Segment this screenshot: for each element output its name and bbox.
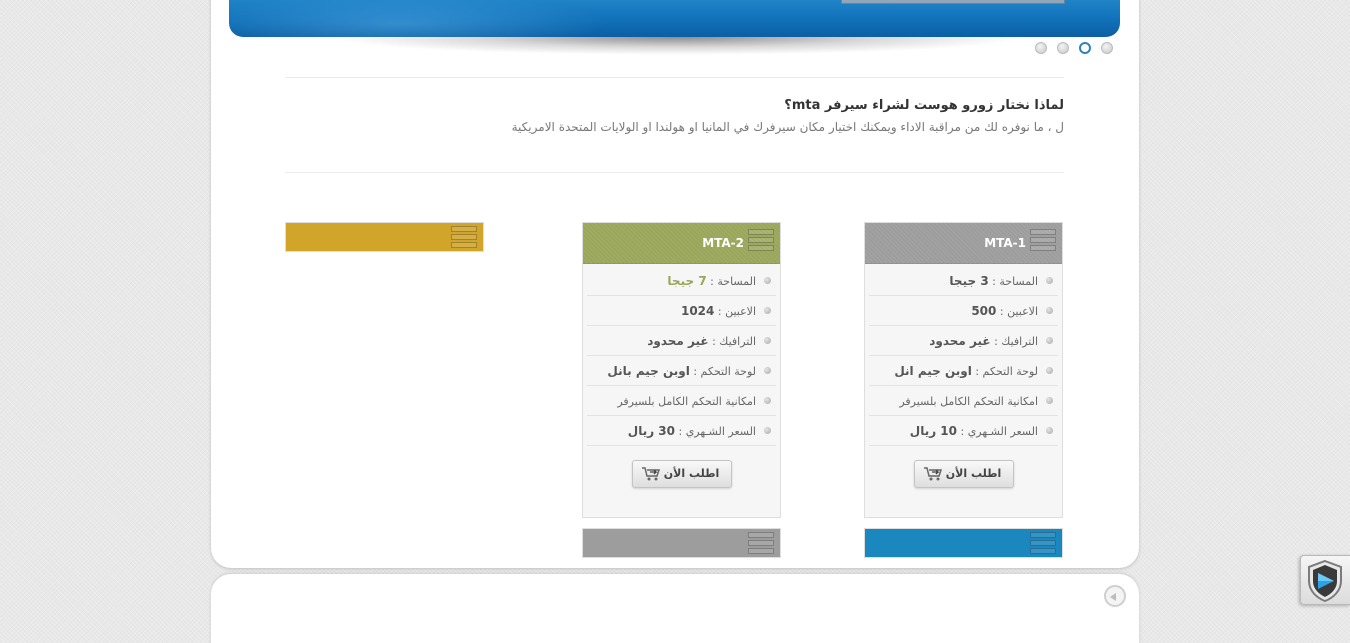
- plan-feature: لوحة التحكم : اوبن جيم بانل: [587, 356, 776, 386]
- plan-feature: السعر الشـهري : 30 ريال: [587, 416, 776, 446]
- plan-feature: السعر الشـهري : 10 ريال: [869, 416, 1058, 446]
- main-panel: لماذا نختار زورو هوست لشراء سيرفر mta؟ ل…: [211, 0, 1139, 568]
- slider-pagination: [1035, 42, 1113, 54]
- plan-name: MTA-1: [984, 236, 1026, 250]
- plan-card-header: [864, 528, 1063, 558]
- plan-header: MTA-1: [865, 223, 1062, 264]
- slider-dot-active[interactable]: [1079, 42, 1091, 54]
- divider: [285, 172, 1064, 173]
- plan-feature: الترافيك : غير محدود: [587, 326, 776, 356]
- slider-dot[interactable]: [1035, 42, 1047, 54]
- hero-slider[interactable]: [229, 0, 1120, 37]
- plan-features: المساحة : 3 جيجا الاعبين : 500 الترافيك …: [865, 264, 1062, 446]
- plan-feature: لوحة التحكم : اوبن جيم انل: [869, 356, 1058, 386]
- plan-header: MTA-2: [583, 223, 780, 264]
- cart-icon: [641, 467, 660, 481]
- shield-icon: [1308, 559, 1342, 603]
- cart-icon: [923, 467, 942, 481]
- plan-card-header: [582, 528, 781, 558]
- why-section: لماذا نختار زورو هوست لشراء سيرفر mta؟ ل…: [285, 95, 1064, 137]
- slider-dot[interactable]: [1057, 42, 1069, 54]
- plan-card-header: [285, 222, 484, 252]
- slider-glow: [229, 0, 609, 37]
- plan-feature: المساحة : 7 جيجا: [587, 266, 776, 296]
- slider-shadow: [327, 37, 1027, 55]
- plan-card-mta-2: MTA-2 المساحة : 7 جيجا الاعبين : 1024 ال…: [582, 222, 781, 518]
- plan-feature: الاعبين : 500: [869, 296, 1058, 326]
- plan-feature: المساحة : 3 جيجا: [869, 266, 1058, 296]
- why-text: ل ، ما نوفره لك من مراقبة الاداء ويمكنك …: [511, 120, 1064, 134]
- order-button[interactable]: اطلب الأن: [913, 460, 1014, 488]
- server-icon: [748, 532, 774, 556]
- plan-card-mta-1: MTA-1 المساحة : 3 جيجا الاعبين : 500 الت…: [864, 222, 1063, 518]
- plan-features: المساحة : 7 جيجا الاعبين : 1024 الترافيك…: [583, 264, 780, 446]
- server-icon: [1030, 229, 1056, 255]
- order-button[interactable]: اطلب الأن: [631, 460, 732, 488]
- plan-feature: امكانية التحكم الكامل بلسيرفر: [869, 386, 1058, 416]
- slider-image: [841, 0, 1065, 4]
- divider: [285, 77, 1064, 78]
- plan-feature: الاعبين : 1024: [587, 296, 776, 326]
- arrow-left-icon[interactable]: [1104, 585, 1126, 607]
- order-button-label: اطلب الأن: [945, 467, 1002, 480]
- slider-dot[interactable]: [1101, 42, 1113, 54]
- order-button-label: اطلب الأن: [663, 467, 720, 480]
- plan-feature: الترافيك : غير محدود: [869, 326, 1058, 356]
- why-title: لماذا نختار زورو هوست لشراء سيرفر mta؟: [784, 98, 1064, 113]
- shield-widget[interactable]: [1300, 555, 1350, 605]
- server-icon: [1030, 532, 1056, 556]
- server-icon: [451, 226, 477, 250]
- footer-panel: [211, 574, 1139, 643]
- server-icon: [748, 229, 774, 255]
- plan-feature: امكانية التحكم الكامل بلسيرفر: [587, 386, 776, 416]
- plan-name: MTA-2: [702, 236, 744, 250]
